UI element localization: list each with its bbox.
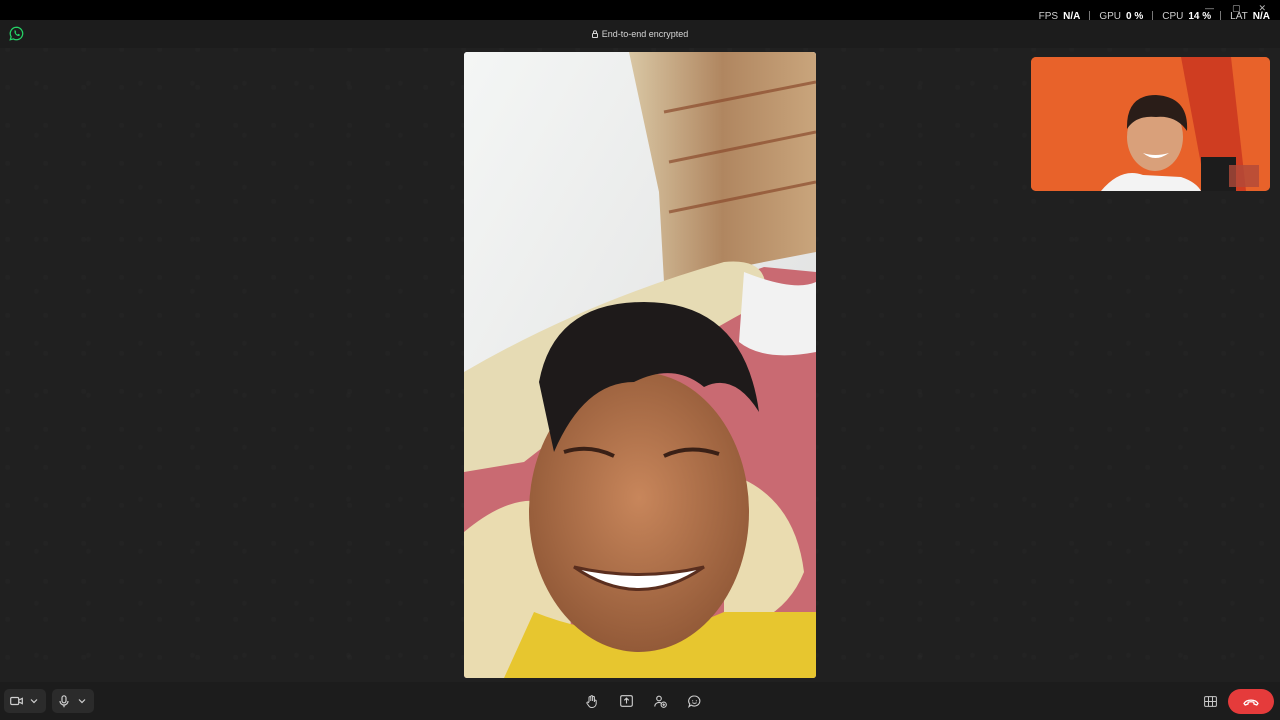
mic-options-button[interactable]: [74, 689, 90, 713]
add-participant-icon: [653, 695, 667, 708]
microphone-icon: [59, 694, 69, 707]
call-control-bar: [0, 682, 1280, 720]
add-participant-button[interactable]: [651, 689, 669, 713]
end-call-button[interactable]: [1228, 689, 1274, 714]
call-title-bar: End-to-end encrypted: [0, 20, 1280, 48]
reactions-button[interactable]: [685, 689, 703, 713]
raise-hand-icon: [586, 694, 597, 708]
lock-icon: [591, 30, 598, 38]
self-video-preview[interactable]: [1031, 57, 1270, 191]
mic-toggle-button[interactable]: [56, 689, 72, 713]
reactions-icon: [687, 694, 700, 708]
chevron-down-icon: [78, 699, 86, 704]
camera-toggle-button[interactable]: [8, 689, 24, 713]
remote-video-feed[interactable]: [464, 52, 816, 678]
performance-overlay-bar: — ▢ ✕ FPS N/A GPU 0 % CPU 14 % LAT N/A: [0, 0, 1280, 22]
layout-button[interactable]: [1201, 689, 1219, 713]
self-video-frame: [1031, 57, 1270, 191]
camera-options-button[interactable]: [26, 689, 42, 713]
mic-device-group: [52, 689, 94, 713]
share-screen-button[interactable]: [617, 689, 635, 713]
encryption-notice: End-to-end encrypted: [0, 29, 1280, 39]
video-call-window: — ▢ ✕ FPS N/A GPU 0 % CPU 14 % LAT N/A E…: [0, 0, 1280, 720]
center-call-controls: [583, 689, 703, 713]
chevron-down-icon: [30, 699, 38, 704]
layout-grid-icon: [1203, 695, 1217, 707]
raise-hand-button[interactable]: [583, 689, 601, 713]
remote-video-frame: [464, 52, 816, 678]
video-device-group: [4, 689, 46, 713]
end-call-icon: [1243, 698, 1259, 706]
video-camera-icon: [9, 696, 23, 706]
encryption-text: End-to-end encrypted: [601, 29, 689, 39]
share-screen-icon: [619, 695, 633, 707]
